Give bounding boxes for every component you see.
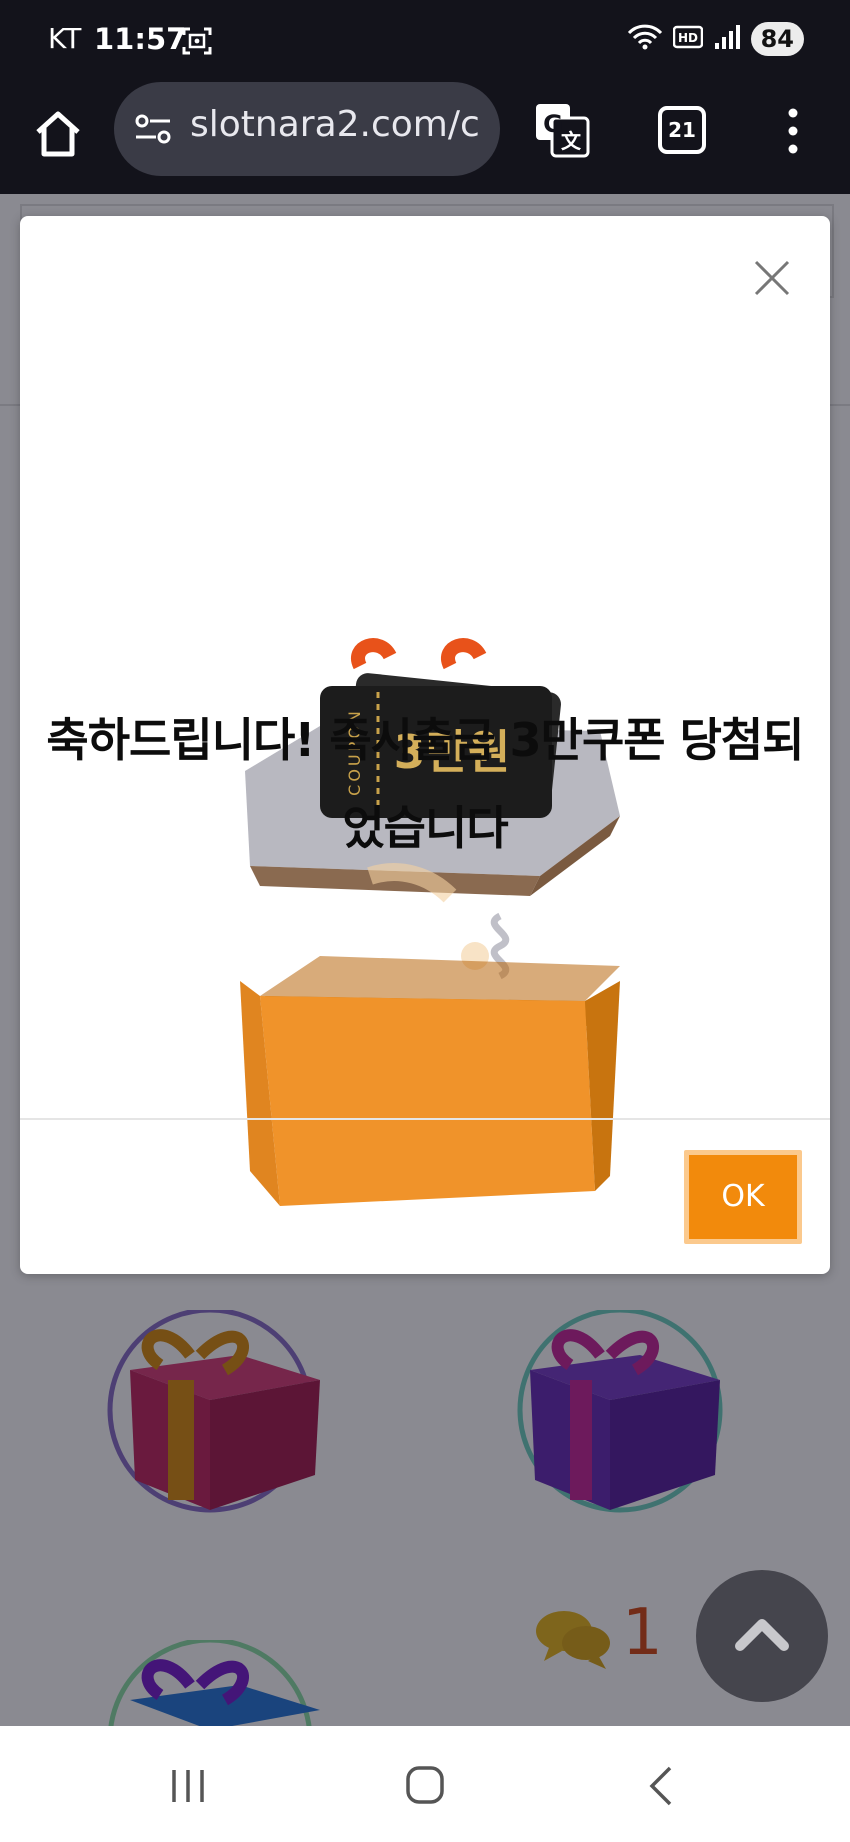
- translate-icon: G 文: [536, 104, 590, 158]
- close-icon: [754, 260, 790, 296]
- more-menu-icon: [788, 108, 798, 154]
- wifi-icon: [627, 23, 663, 55]
- svg-text:G: G: [543, 110, 563, 138]
- carrier-label: KT: [48, 22, 82, 55]
- close-button[interactable]: [750, 256, 794, 300]
- browser-toolbar: slotnara2.com/c G 文 21: [0, 82, 850, 194]
- home-icon: [36, 111, 80, 157]
- translate-button[interactable]: G 文: [534, 102, 590, 158]
- modal-divider: [20, 1118, 830, 1120]
- clock: 11:57: [94, 22, 187, 56]
- ok-button[interactable]: OK: [684, 1150, 802, 1244]
- url-bar[interactable]: slotnara2.com/c: [114, 82, 500, 176]
- status-icons: HD 84: [627, 22, 804, 56]
- signal-icon: [713, 23, 741, 55]
- system-nav-bar: [0, 1726, 850, 1842]
- home-circle-icon[interactable]: [404, 1764, 446, 1810]
- status-bar: KT 11:57 HD 84: [0, 0, 850, 82]
- scroll-to-top-button[interactable]: [696, 1570, 828, 1702]
- url-text[interactable]: slotnara2.com/c: [190, 104, 490, 145]
- tabs-button[interactable]: 21: [658, 106, 706, 154]
- more-menu-button[interactable]: [778, 106, 808, 156]
- recent-apps-icon[interactable]: [168, 1766, 208, 1810]
- home-button[interactable]: [30, 106, 86, 162]
- screen: KT 11:57 HD 84 slotnara2.com/c G 文 21 1 …: [0, 0, 850, 1842]
- svg-text:文: 文: [561, 129, 582, 153]
- prize-message: 축하드립니다! 즉시출금 3만쿠폰 당첨되었습니다: [46, 713, 804, 855]
- screenshot-icon: [182, 26, 212, 60]
- battery-icon: 84: [750, 22, 804, 56]
- prize-modal: COUPON 3만원 축하드립니다! 즉시출금 3만쿠폰 당첨되었습니다 OK: [20, 216, 830, 1274]
- svg-text:HD: HD: [678, 31, 698, 45]
- back-icon[interactable]: [646, 1764, 676, 1812]
- chevron-up-icon: [735, 1619, 789, 1651]
- hd-icon: HD: [672, 24, 703, 54]
- site-settings-icon[interactable]: [134, 112, 172, 150]
